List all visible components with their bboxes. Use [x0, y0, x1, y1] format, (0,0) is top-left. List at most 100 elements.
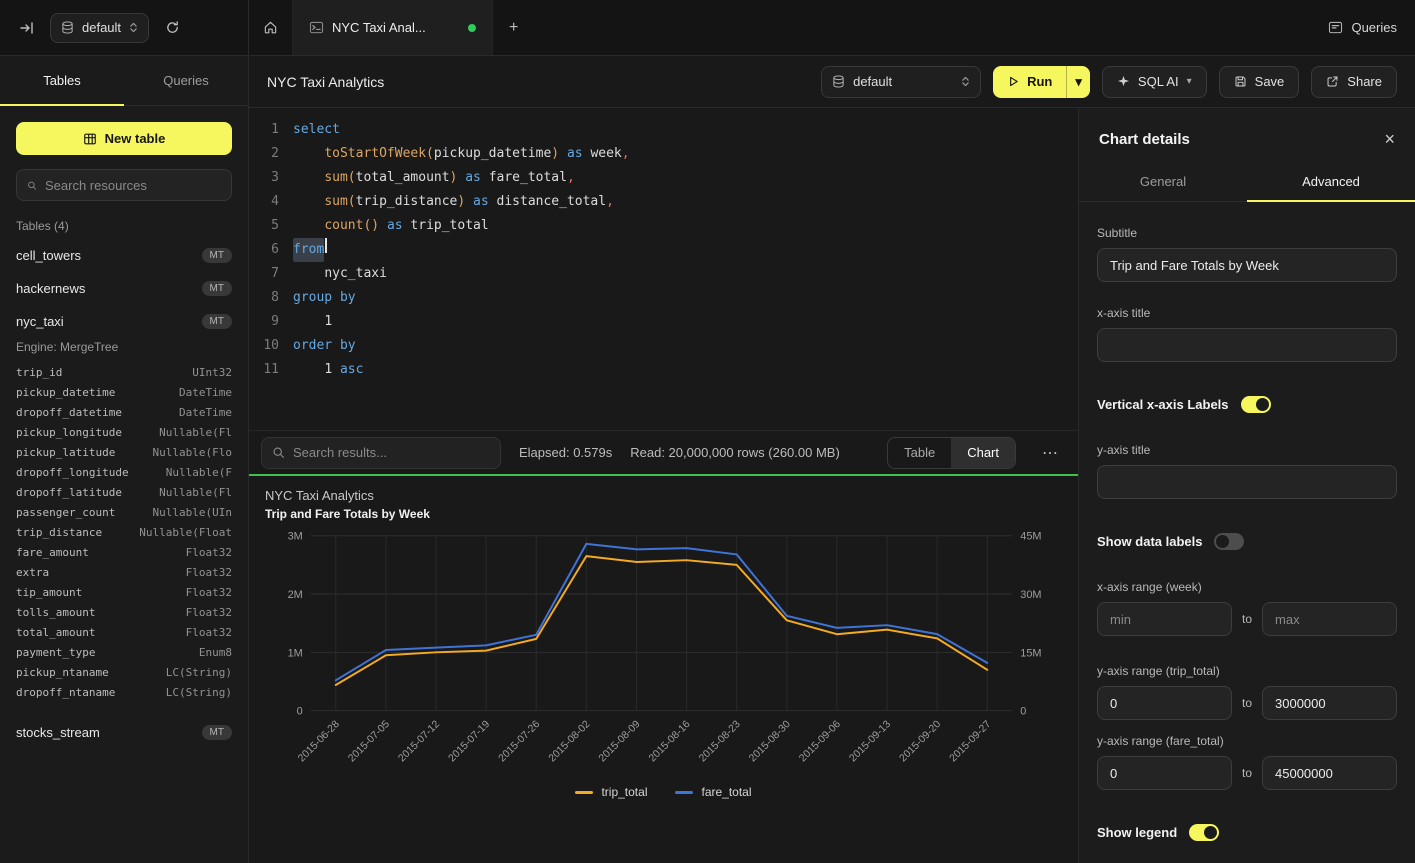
- y-axis-title-input[interactable]: [1097, 465, 1397, 499]
- code-token: [489, 190, 497, 214]
- y-range-fare-label: y-axis range (fare_total): [1097, 734, 1397, 748]
- column-row[interactable]: tip_amountFloat32: [16, 582, 232, 602]
- run-options-caret[interactable]: ▾: [1066, 66, 1090, 98]
- collapse-sidebar-icon[interactable]: [14, 15, 40, 41]
- vertical-x-labels-toggle[interactable]: [1241, 396, 1271, 413]
- legend-swatch: [575, 791, 593, 794]
- column-row[interactable]: pickup_ntanameLC(String): [16, 662, 232, 682]
- y-range-fare-row: to: [1097, 756, 1397, 790]
- to-label: to: [1242, 766, 1252, 780]
- new-table-button[interactable]: New table: [16, 122, 232, 155]
- subtitle-field: Subtitle: [1097, 226, 1397, 282]
- column-row[interactable]: tolls_amountFloat32: [16, 602, 232, 622]
- legend-item-fare_total[interactable]: fare_total: [675, 785, 751, 799]
- query-database-selector[interactable]: default: [821, 66, 981, 98]
- refresh-icon[interactable]: [159, 15, 185, 41]
- sidebar-tab-tables[interactable]: Tables: [0, 56, 124, 105]
- column-row[interactable]: pickup_latitudeNullable(Flo: [16, 442, 232, 462]
- show-legend-toggle[interactable]: [1189, 824, 1219, 841]
- column-type: Nullable(F: [166, 466, 232, 479]
- column-type: Nullable(Float: [139, 526, 232, 539]
- y-axis-right-tick: 45M: [1020, 531, 1041, 543]
- sidebar-tab-queries[interactable]: Queries: [124, 56, 248, 105]
- column-name: trip_id: [16, 366, 62, 379]
- chart-title: NYC Taxi Analytics: [265, 488, 1062, 503]
- tab-general[interactable]: General: [1079, 162, 1247, 201]
- tab-query-active[interactable]: NYC Taxi Anal...: [293, 0, 493, 55]
- column-row[interactable]: dropoff_datetimeDateTime: [16, 402, 232, 422]
- run-button[interactable]: Run: [993, 66, 1066, 98]
- queries-icon: [1328, 20, 1343, 35]
- y-axis-left-tick: 1M: [288, 647, 303, 659]
- show-data-labels-row: Show data labels: [1097, 533, 1397, 550]
- subtitle-input[interactable]: [1097, 248, 1397, 282]
- resource-search-input[interactable]: [45, 178, 221, 193]
- code-line: 4 sum(trip_distance) as distance_total,: [249, 190, 1078, 214]
- results-search[interactable]: [261, 437, 501, 469]
- code-line: 3 sum(total_amount) as fare_total,: [249, 166, 1078, 190]
- sparkle-icon: [1117, 75, 1130, 88]
- save-button-label: Save: [1255, 74, 1285, 89]
- share-button[interactable]: Share: [1311, 66, 1397, 98]
- table-row[interactable]: hackernewsMT: [16, 272, 232, 305]
- y-axis-right-tick: 15M: [1020, 647, 1041, 659]
- column-name: dropoff_ntaname: [16, 686, 115, 699]
- table-row[interactable]: nyc_taxiMT: [16, 305, 232, 338]
- new-tab-button[interactable]: +: [493, 0, 534, 55]
- view-toggle-table[interactable]: Table: [888, 438, 951, 468]
- queries-button[interactable]: Queries: [1310, 0, 1415, 55]
- y-range-fare-min-input[interactable]: [1097, 756, 1232, 790]
- column-row[interactable]: payment_typeEnum8: [16, 642, 232, 662]
- column-type: Float32: [186, 546, 232, 559]
- line-number: 9: [249, 310, 293, 334]
- column-type: DateTime: [179, 406, 232, 419]
- column-row[interactable]: fare_amountFloat32: [16, 542, 232, 562]
- tab-title: NYC Taxi Anal...: [332, 20, 426, 35]
- view-toggle-chart[interactable]: Chart: [951, 438, 1015, 468]
- x-range-max-input[interactable]: [1262, 602, 1397, 636]
- column-row[interactable]: trip_distance Nullable(Float: [16, 522, 232, 542]
- x-range-min-input[interactable]: [1097, 602, 1232, 636]
- chart-area: NYC Taxi Analytics Trip and Fare Totals …: [249, 474, 1078, 863]
- engine-label: Engine: MergeTree: [16, 340, 232, 354]
- column-row[interactable]: trip_idUInt32: [16, 362, 232, 382]
- sql-ai-button[interactable]: SQL AI ▾: [1102, 66, 1207, 98]
- column-row[interactable]: dropoff_ntanameLC(String): [16, 682, 232, 702]
- tab-advanced[interactable]: Advanced: [1247, 162, 1415, 201]
- save-button[interactable]: Save: [1219, 66, 1300, 98]
- results-search-input[interactable]: [293, 445, 490, 460]
- more-options-icon[interactable]: ⋯: [1034, 443, 1066, 463]
- legend-item-trip_total[interactable]: trip_total: [575, 785, 647, 799]
- database-selector[interactable]: default: [50, 13, 149, 43]
- code-token: ,: [622, 142, 630, 166]
- content: NYC Taxi Analytics default Run: [249, 56, 1415, 863]
- chart-details-panel: Chart details × General Advanced Subtitl…: [1078, 108, 1415, 863]
- table-row[interactable]: stocks_streamMT: [16, 716, 232, 749]
- show-data-labels-toggle[interactable]: [1214, 533, 1244, 550]
- column-row[interactable]: pickup_longitudeNullable(Fl: [16, 422, 232, 442]
- column-row[interactable]: extraFloat32: [16, 562, 232, 582]
- tab-home[interactable]: [249, 0, 293, 55]
- column-row[interactable]: dropoff_longitudeNullable(F: [16, 462, 232, 482]
- table-row[interactable]: cell_towersMT: [16, 239, 232, 272]
- close-icon[interactable]: ×: [1384, 130, 1395, 148]
- chart-line-fare_total: [336, 544, 987, 680]
- column-name: payment_type: [16, 646, 95, 659]
- x-axis-title-input[interactable]: [1097, 328, 1397, 362]
- x-axis-tick: 2015-08-09: [597, 719, 643, 765]
- y-range-fare-max-input[interactable]: [1262, 756, 1397, 790]
- y-range-trip-min-input[interactable]: [1097, 686, 1232, 720]
- column-row[interactable]: total_amountFloat32: [16, 622, 232, 642]
- column-row[interactable]: passenger_countNullable(UIn: [16, 502, 232, 522]
- y-axis-left-tick: 0: [297, 706, 303, 718]
- line-number: 5: [249, 214, 293, 238]
- unsaved-changes-dot: [468, 24, 476, 32]
- sql-ai-label: SQL AI: [1138, 74, 1179, 89]
- text-cursor: [325, 238, 327, 253]
- column-name: trip_distance: [16, 526, 102, 539]
- column-row[interactable]: pickup_datetimeDateTime: [16, 382, 232, 402]
- y-range-trip-max-input[interactable]: [1262, 686, 1397, 720]
- column-row[interactable]: dropoff_latitudeNullable(Fl: [16, 482, 232, 502]
- sql-editor[interactable]: 1select2 toStartOfWeek(pickup_datetime) …: [249, 108, 1078, 430]
- resource-search[interactable]: [16, 169, 232, 201]
